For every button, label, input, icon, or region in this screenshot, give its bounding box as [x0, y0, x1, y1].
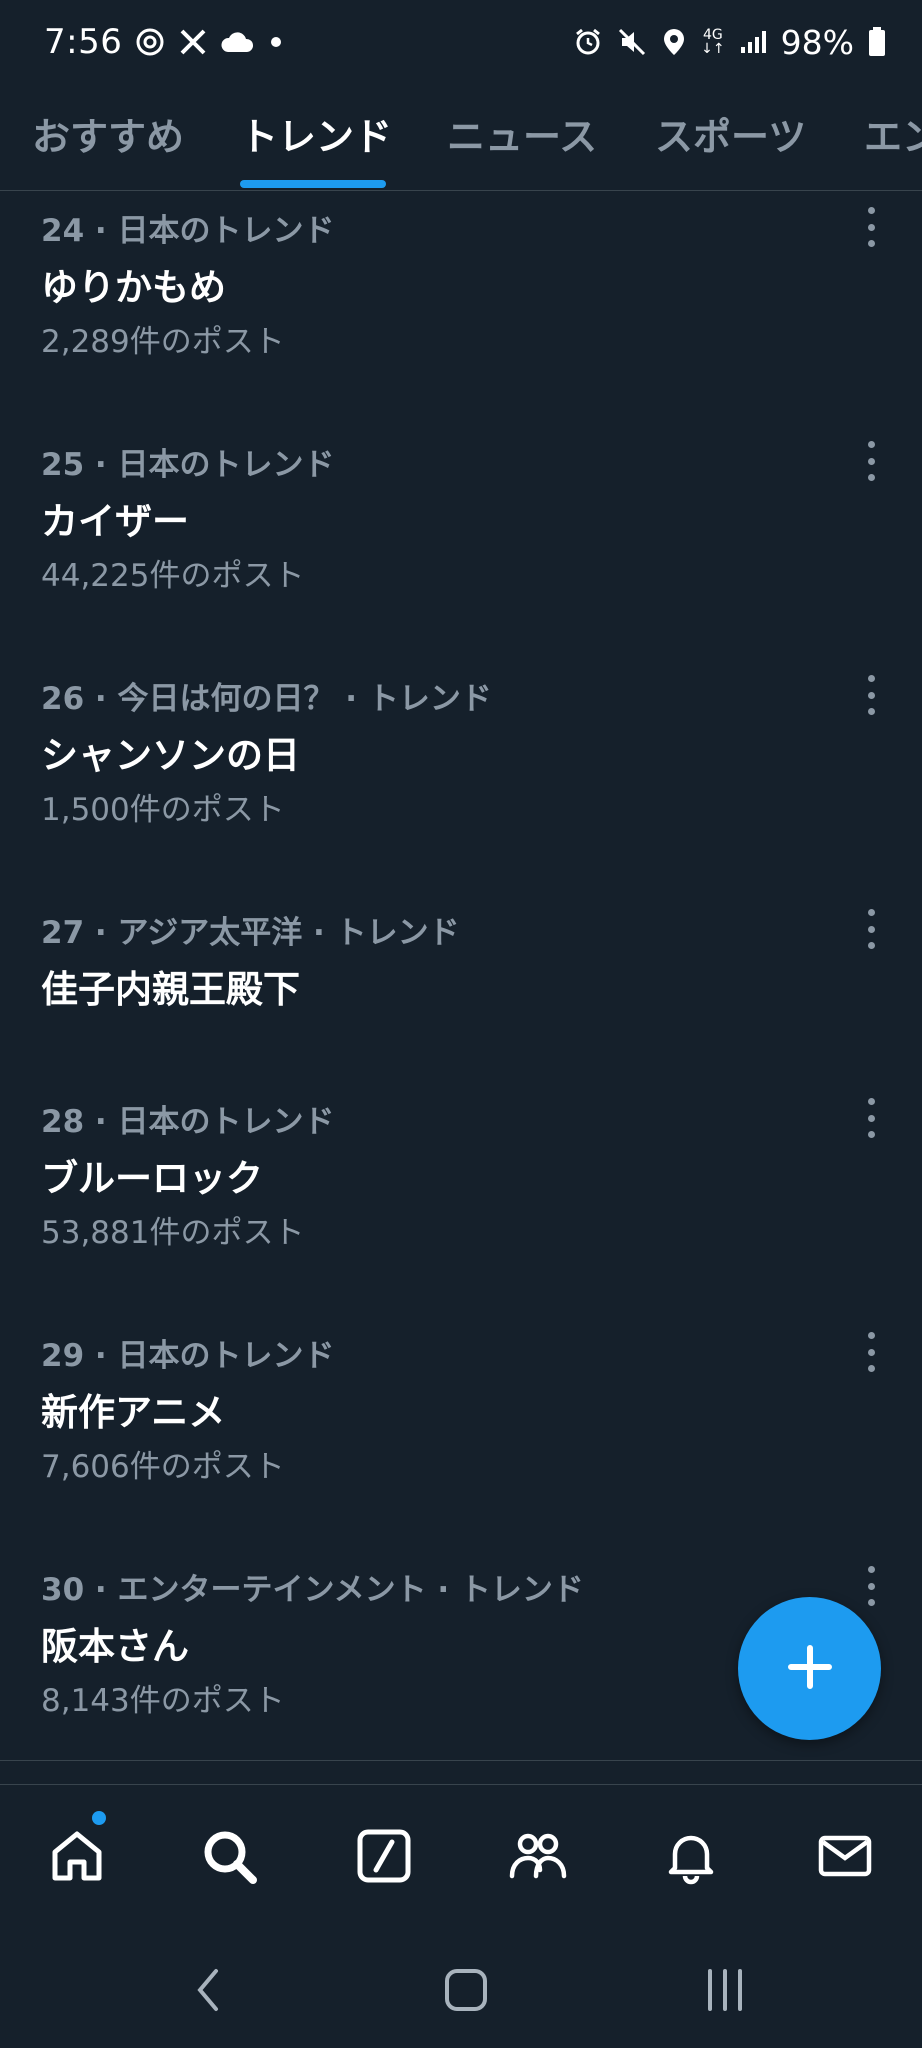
tab-trending[interactable]: トレンド	[240, 106, 392, 161]
trend-meta: 25 · 日本のトレンド	[41, 447, 335, 483]
nav-communities[interactable]	[503, 1823, 573, 1893]
tab-news[interactable]: ニュース	[447, 106, 597, 161]
grok-icon	[354, 1826, 414, 1890]
cloud-icon	[220, 30, 254, 54]
threads-icon	[134, 26, 166, 58]
system-recents-button[interactable]	[690, 1962, 760, 2022]
trend-meta: 26 · 今日は何の日？ · トレンド	[41, 681, 492, 717]
system-back-button[interactable]	[173, 1962, 243, 2022]
compose-post-button[interactable]	[738, 1597, 881, 1740]
more-options-icon[interactable]	[856, 441, 886, 481]
battery-level: 98%	[780, 22, 854, 62]
communities-icon	[506, 1826, 570, 1890]
bottom-navigation	[0, 1784, 922, 1925]
nav-messages[interactable]	[810, 1823, 880, 1893]
alarm-icon	[573, 27, 603, 57]
divider	[0, 1760, 922, 1761]
trend-name: ゆりかもめ	[41, 266, 226, 309]
messages-icon	[815, 1826, 875, 1890]
trend-post-count: 2,289件のポスト	[41, 324, 285, 360]
trend-post-count: 7,606件のポスト	[41, 1449, 285, 1485]
more-options-icon[interactable]	[856, 207, 886, 247]
status-time: 7:56	[44, 22, 123, 62]
nav-search[interactable]	[194, 1823, 264, 1893]
trend-name: カイザー	[41, 500, 189, 543]
battery-icon	[868, 27, 886, 57]
notifications-icon	[661, 1826, 721, 1890]
nav-notifications[interactable]	[656, 1823, 726, 1893]
tab-recommended[interactable]: おすすめ	[32, 106, 184, 161]
location-icon	[661, 27, 687, 57]
home-notification-badge	[92, 1811, 106, 1825]
tab-entertainment[interactable]: エン	[864, 106, 922, 161]
tab-sports[interactable]: スポーツ	[655, 106, 806, 161]
trend-name: 佳子内親王殿下	[41, 968, 300, 1011]
trend-post-count: 1,500件のポスト	[41, 792, 285, 828]
system-home-button[interactable]	[431, 1962, 501, 2022]
trend-meta: 30 · エンターテインメント · トレンド	[41, 1572, 584, 1608]
trend-name: ブルーロック	[41, 1157, 263, 1200]
trend-post-count: 53,881件のポスト	[41, 1215, 305, 1251]
trend-meta: 24 · 日本のトレンド	[41, 213, 335, 249]
recents-icon	[700, 1965, 750, 2019]
signal-icon	[739, 29, 767, 55]
nav-grok[interactable]	[349, 1823, 419, 1893]
more-options-icon[interactable]	[856, 1098, 886, 1138]
status-bar: 7:56 4G ↓↑ 98%	[0, 0, 922, 84]
trend-meta: 28 · 日本のトレンド	[41, 1104, 335, 1140]
trend-post-count: 44,225件のポスト	[41, 558, 305, 594]
network-type: 4G ↓↑	[701, 27, 725, 57]
trend-meta: 27 · アジア太平洋 · トレンド	[41, 915, 460, 951]
system-navigation-bar	[0, 1924, 922, 2048]
back-chevron-icon	[188, 1965, 228, 2019]
trend-post-count: 8,143件のポスト	[41, 1683, 285, 1719]
trend-name: シャンソンの日	[41, 734, 300, 777]
notification-dot-icon	[266, 32, 286, 52]
explore-tabs: おすすめ トレンド ニュース スポーツ エン	[0, 84, 922, 191]
more-options-icon[interactable]	[856, 1332, 886, 1372]
plus-icon	[785, 1642, 835, 1696]
trend-meta: 29 · 日本のトレンド	[41, 1338, 335, 1374]
home-icon	[47, 1826, 107, 1890]
trend-name: 阪本さん	[41, 1625, 189, 1668]
home-square-icon	[441, 1965, 491, 2019]
nav-home[interactable]	[42, 1823, 112, 1893]
more-options-icon[interactable]	[856, 1566, 886, 1606]
more-options-icon[interactable]	[856, 909, 886, 949]
search-icon	[199, 1826, 259, 1890]
more-options-icon[interactable]	[856, 675, 886, 715]
mute-icon	[617, 27, 647, 57]
trend-name: 新作アニメ	[41, 1391, 226, 1434]
x-logo-icon	[178, 27, 208, 57]
active-tab-indicator	[240, 180, 386, 188]
